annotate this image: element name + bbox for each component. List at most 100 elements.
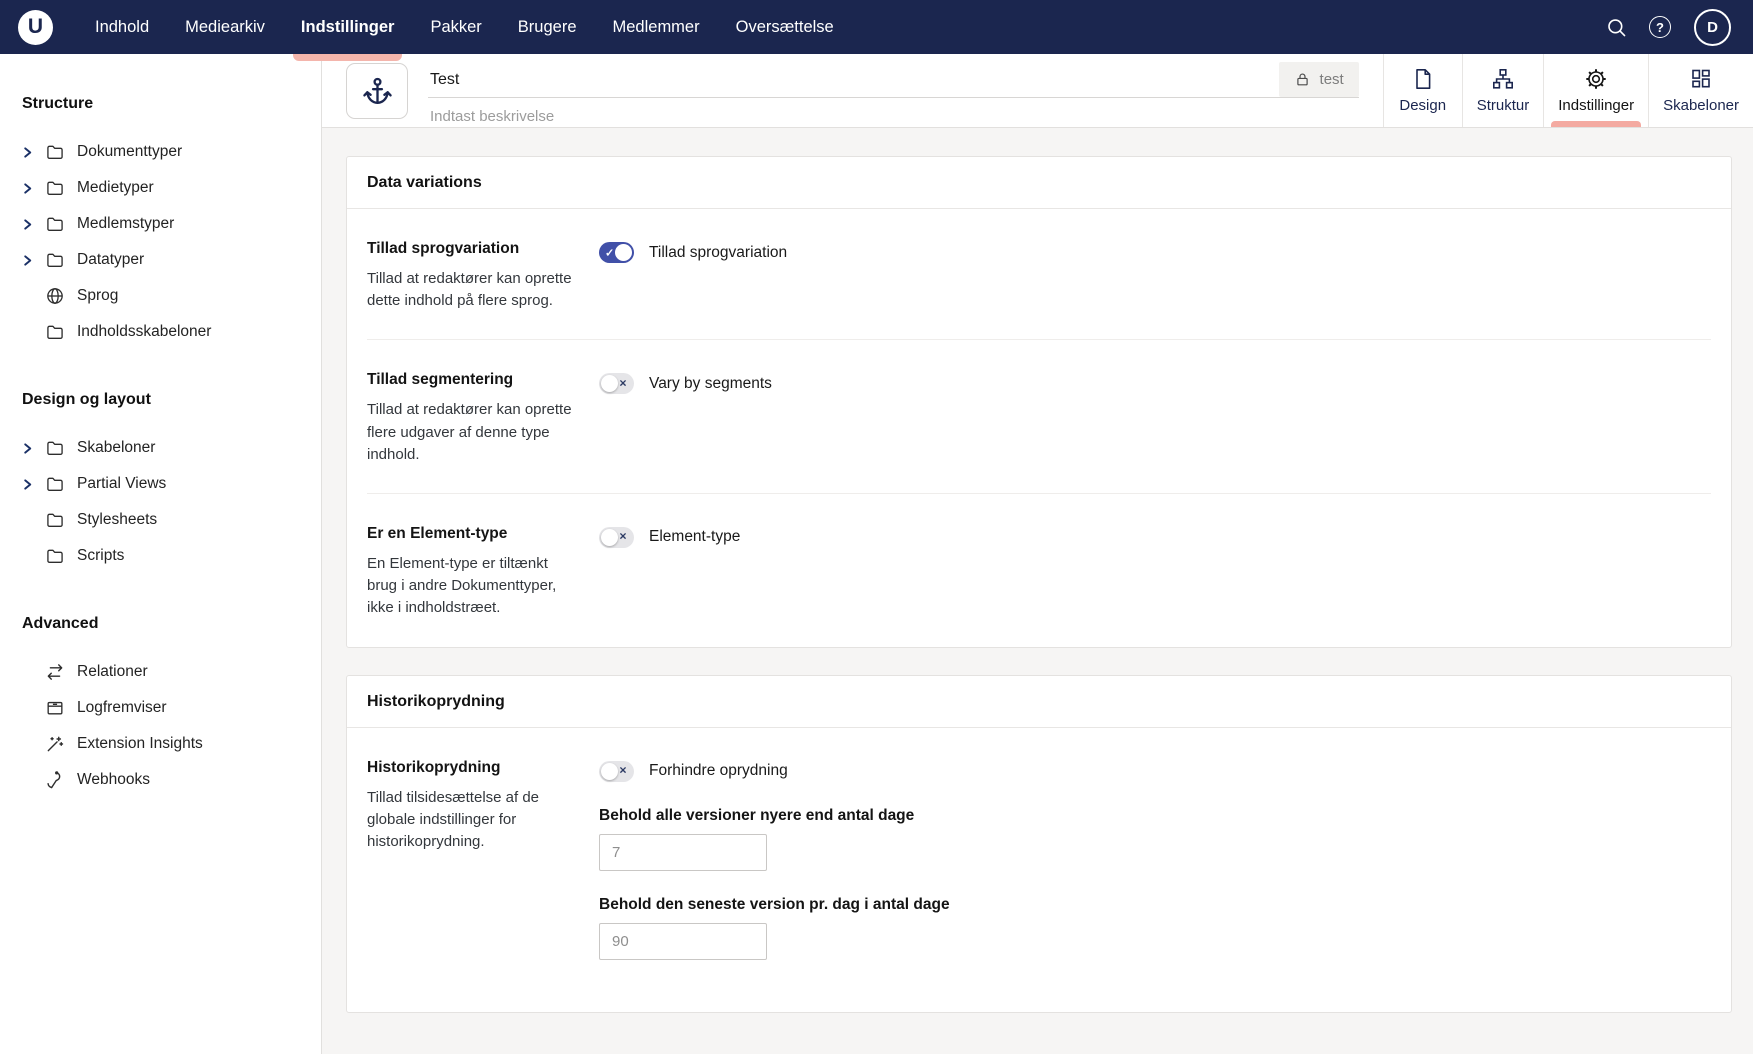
search-icon[interactable] [1604, 15, 1628, 39]
sidebar-item-label: Medlemstyper [77, 215, 174, 233]
toggle-knob [601, 763, 618, 780]
chevron-right-icon[interactable] [22, 254, 44, 267]
nav-item-label: Indstillinger [301, 18, 395, 37]
body: Structure Dokumenttyper Medietyper Medle… [0, 54, 1753, 1054]
sidebar-item-medietyper[interactable]: Medietyper [22, 170, 313, 206]
folder-icon [44, 510, 65, 531]
keep-all-versions-days-input[interactable] [599, 834, 767, 871]
chevron-right-icon[interactable] [22, 478, 44, 491]
sidebar-section-title: Advanced [22, 615, 313, 633]
nav-item-brugere[interactable]: Brugere [500, 0, 595, 54]
sidebar-item-dokumenttyper[interactable]: Dokumenttyper [22, 134, 313, 170]
nav-item-pakker[interactable]: Pakker [412, 0, 499, 54]
panel-data-variations: Data variations Tillad sprogvariation Ti… [346, 156, 1732, 648]
alias-lock-button[interactable]: test [1279, 62, 1359, 97]
toggle-knob [601, 375, 618, 392]
folder-icon [44, 142, 65, 163]
sidebar-item-medlemstyper[interactable]: Medlemstyper [22, 206, 313, 242]
umbraco-backoffice: U Indhold Mediearkiv Indstillinger Pakke… [0, 0, 1753, 1054]
nav-item-label: Pakker [430, 18, 481, 37]
sidebar-item-webhooks[interactable]: Webhooks [22, 762, 313, 798]
folder-icon [44, 178, 65, 199]
sidebar-item-label: Stylesheets [77, 511, 157, 529]
property-description: Tillad at redaktører kan oprette flere u… [367, 399, 575, 466]
property-title: Tillad sprogvariation [367, 240, 579, 258]
name-and-description: test [428, 62, 1359, 127]
panel-body: Tillad sprogvariation Tillad at redaktør… [347, 209, 1731, 647]
section-nav: Indhold Mediearkiv Indstillinger Pakker … [77, 0, 852, 54]
chevron-right-icon[interactable] [22, 182, 44, 195]
description-input[interactable] [428, 105, 1359, 127]
sidebar-item-label: Dokumenttyper [77, 143, 182, 161]
nav-item-oversaettelse[interactable]: Oversættelse [718, 0, 852, 54]
toggle-label: Vary by segments [649, 375, 772, 393]
gear-icon [1584, 67, 1608, 91]
toggle-switch-off[interactable] [599, 761, 634, 782]
toggle-switch-off[interactable] [599, 373, 634, 394]
nav-item-label: Indhold [95, 18, 149, 37]
settings-tree-sidebar: Structure Dokumenttyper Medietyper Medle… [0, 54, 322, 1054]
sidebar-item-stylesheets[interactable]: Stylesheets [22, 502, 313, 538]
nav-item-mediearkiv[interactable]: Mediearkiv [167, 0, 283, 54]
toggle-label: Tillad sprogvariation [649, 244, 787, 262]
sidebar-item-skabeloner[interactable]: Skabeloner [22, 430, 313, 466]
sidebar-item-datatyper[interactable]: Datatyper [22, 242, 313, 278]
tab-label: Skabeloner [1663, 97, 1739, 114]
field-keep-latest-version: Behold den seneste version pr. dag i ant… [599, 896, 1711, 960]
tab-indstillinger[interactable]: Indstillinger [1543, 54, 1648, 127]
toggle-label: Forhindre oprydning [649, 762, 788, 780]
name-input[interactable] [428, 71, 1279, 89]
folder-icon [44, 546, 65, 567]
folder-icon [44, 438, 65, 459]
magic-wand-icon [44, 734, 65, 755]
property-row-er-en-element-type: Er en Element-type En Element-type er ti… [367, 493, 1711, 647]
sidebar-item-scripts[interactable]: Scripts [22, 538, 313, 574]
topbar-actions: D [1604, 9, 1731, 46]
workspace-header: test Design Struktur [322, 54, 1753, 128]
sidebar-item-partial-views[interactable]: Partial Views [22, 466, 313, 502]
sidebar-item-extension-insights[interactable]: Extension Insights [22, 726, 313, 762]
sidebar-item-logfremviser[interactable]: Logfremviser [22, 690, 313, 726]
tab-label: Indstillinger [1558, 97, 1634, 114]
chevron-right-icon[interactable] [22, 442, 44, 455]
toggle-knob [615, 244, 632, 261]
toggle-switch-off[interactable] [599, 527, 634, 548]
sidebar-item-indholdsskabeloner[interactable]: Indholdsskabeloner [22, 314, 313, 350]
chevron-right-icon[interactable] [22, 146, 44, 159]
sitemap-icon [1491, 67, 1515, 91]
nav-item-medlemmer[interactable]: Medlemmer [595, 0, 718, 54]
tab-skabeloner[interactable]: Skabeloner [1648, 54, 1753, 127]
toggle-row: Element-type [599, 527, 1711, 548]
document-type-workspace: test Design Struktur [322, 54, 1753, 1054]
nav-item-indstillinger[interactable]: Indstillinger [283, 0, 413, 54]
sidebar-item-sprog[interactable]: Sprog [22, 278, 313, 314]
panel-title: Data variations [347, 157, 1731, 209]
sidebar-section-title: Design og layout [22, 391, 313, 409]
globe-icon [44, 286, 65, 307]
hook-icon [44, 770, 65, 791]
toggle-switch-on[interactable] [599, 242, 634, 263]
top-navigation-bar: U Indhold Mediearkiv Indstillinger Pakke… [0, 0, 1753, 54]
user-avatar[interactable]: D [1694, 9, 1731, 46]
property-title: Tillad segmentering [367, 371, 579, 389]
nav-item-indhold[interactable]: Indhold [77, 0, 167, 54]
sidebar-section-structure: Structure Dokumenttyper Medietyper Medle… [22, 95, 313, 350]
property-row-historikoprydning: Historikoprydning Tillad tilsidesættelse… [367, 728, 1711, 1012]
chevron-right-icon[interactable] [22, 218, 44, 231]
umbraco-logo[interactable]: U [18, 10, 53, 45]
swap-arrows-icon [44, 662, 65, 683]
log-tray-icon [44, 698, 65, 719]
nav-item-label: Mediearkiv [185, 18, 265, 37]
sidebar-item-relationer[interactable]: Relationer [22, 654, 313, 690]
property-label: Er en Element-type En Element-type er ti… [367, 525, 599, 620]
keep-latest-version-days-input[interactable] [599, 923, 767, 960]
document-type-icon-picker[interactable] [346, 63, 408, 119]
tab-struktur[interactable]: Struktur [1462, 54, 1544, 127]
toggle-row: Forhindre oprydning [599, 761, 1711, 782]
property-description: Tillad at redaktører kan oprette dette i… [367, 268, 575, 312]
tab-design[interactable]: Design [1384, 54, 1462, 127]
lock-icon [1294, 71, 1311, 88]
nav-item-label: Brugere [518, 18, 577, 37]
help-icon[interactable] [1649, 16, 1671, 38]
active-nav-underline [293, 54, 403, 61]
